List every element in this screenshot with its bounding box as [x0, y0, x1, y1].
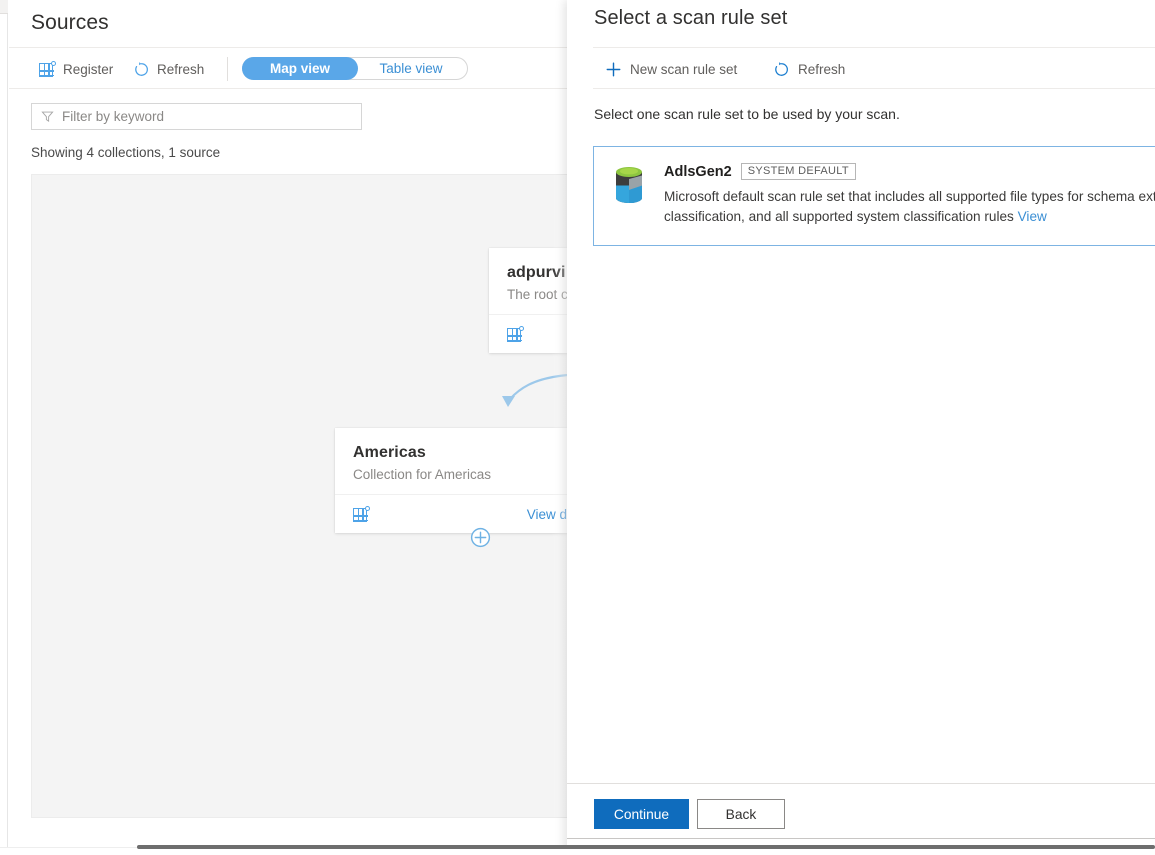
refresh-icon	[133, 61, 150, 78]
collection-card-footer: View d	[335, 494, 571, 533]
collection-card-body: adpurvi The root c	[489, 248, 571, 314]
rule-set-icon-wrap	[612, 163, 656, 229]
status-text: Showing 4 collections, 1 source	[31, 145, 220, 160]
new-scan-rule-set-button[interactable]: New scan rule set	[605, 58, 737, 80]
grid-register-icon[interactable]	[507, 326, 524, 342]
sources-page: Sources Register Refresh Map	[0, 0, 600, 855]
adls-gen2-storage-icon	[612, 165, 646, 205]
panel-command-bar: New scan rule set Refresh	[593, 48, 1155, 89]
refresh-button[interactable]: Refresh	[133, 58, 204, 80]
status-badge: SYSTEM DEFAULT	[741, 163, 856, 180]
view-details-link[interactable]: View d	[527, 507, 567, 522]
page-title: Sources	[31, 11, 109, 35]
panel-bottom-divider	[567, 838, 1155, 839]
view-toggle[interactable]: Map view Table view	[242, 57, 468, 80]
command-separator	[227, 57, 228, 81]
plus-circle-icon[interactable]	[470, 527, 491, 548]
rule-set-text: AdlsGen2 SYSTEM DEFAULT Microsoft defaul…	[656, 163, 1155, 229]
left-rail-tab	[0, 0, 8, 14]
collection-description: Collection for Americas	[353, 467, 567, 482]
back-button[interactable]: Back	[697, 799, 785, 829]
rule-set-name: AdlsGen2	[664, 164, 732, 180]
collection-card-root[interactable]: adpurvi The root c	[489, 248, 571, 353]
rule-set-description: Microsoft default scan rule set that inc…	[664, 187, 1155, 227]
scan-rule-set-option-adlsgen2[interactable]: AdlsGen2 SYSTEM DEFAULT Microsoft defaul…	[593, 146, 1155, 246]
register-button[interactable]: Register	[39, 58, 113, 80]
view-link[interactable]: View	[1018, 209, 1047, 224]
panel-subtitle: Select one scan rule set to be used by y…	[594, 106, 900, 122]
collection-card-footer	[489, 314, 571, 353]
grid-register-icon	[39, 61, 56, 77]
plus-icon	[605, 61, 622, 78]
collection-name: Americas	[353, 444, 567, 462]
refresh-icon	[773, 61, 790, 78]
left-nav-rail	[0, 0, 8, 855]
tab-table-view[interactable]: Table view	[355, 57, 467, 80]
collection-name: adpurvi	[507, 264, 571, 282]
collection-card-americas[interactable]: Americas Collection for Americas View d	[335, 428, 571, 533]
filter-icon	[41, 110, 54, 123]
register-label: Register	[63, 62, 113, 77]
panel-refresh-label: Refresh	[798, 62, 845, 77]
rule-set-description-text: Microsoft default scan rule set that inc…	[664, 189, 1155, 224]
scan-rule-set-panel: Select a scan rule set New scan rule set…	[567, 0, 1155, 855]
panel-refresh-button[interactable]: Refresh	[773, 58, 845, 80]
app-root: Sources Register Refresh Map	[0, 0, 1155, 855]
collection-connector	[432, 355, 571, 415]
filter-input[interactable]: Filter by keyword	[31, 103, 362, 130]
grid-register-icon[interactable]	[353, 506, 370, 522]
map-canvas[interactable]: adpurvi The root c Americas Collection f…	[31, 174, 571, 818]
collection-card-body: Americas Collection for Americas	[335, 428, 571, 494]
refresh-label: Refresh	[157, 62, 204, 77]
rule-set-header: AdlsGen2 SYSTEM DEFAULT	[664, 163, 1155, 180]
tab-map-view[interactable]: Map view	[242, 57, 358, 80]
filter-placeholder: Filter by keyword	[62, 109, 164, 124]
panel-title: Select a scan rule set	[594, 7, 787, 30]
horizontal-scrollbar-thumb[interactable]	[137, 845, 1155, 849]
collection-description: The root c	[507, 287, 571, 302]
continue-button[interactable]: Continue	[594, 799, 689, 829]
new-scan-rule-set-label: New scan rule set	[630, 62, 737, 77]
